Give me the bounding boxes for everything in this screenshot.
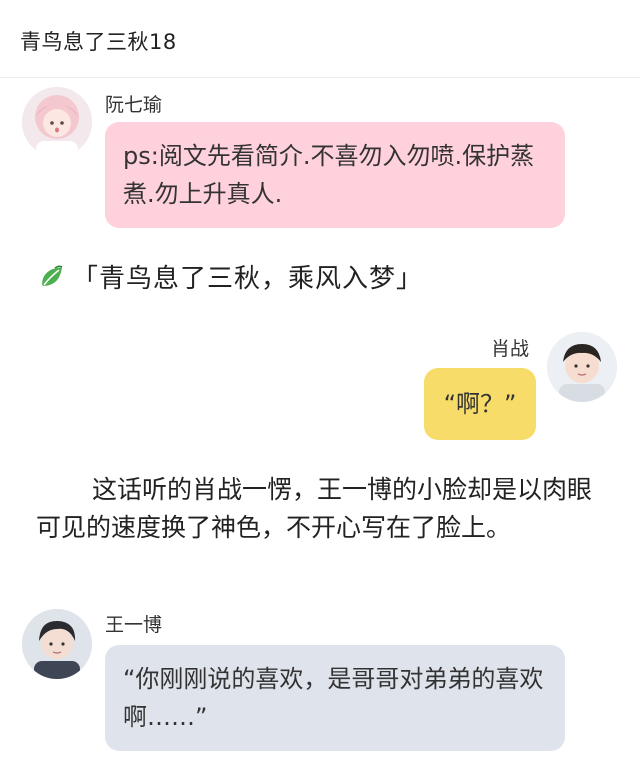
- message-text: “你刚刚说的喜欢，是哥哥对弟弟的喜欢啊……”: [123, 665, 544, 731]
- narration-paragraph: 这话听的肖战一愣，王一博的小脸却是以肉眼可见的速度换了神色，不开心写在了脸上。: [36, 475, 593, 542]
- avatar-portrait-icon: [547, 332, 617, 402]
- chapter-heading: 「青鸟息了三秋，乘风入梦」: [38, 258, 423, 295]
- message-text: “啊？”: [443, 390, 517, 418]
- avatar-portrait-icon: [22, 87, 92, 157]
- message-bubble: ps:阅文先看简介.不喜勿入勿喷.保护蒸煮.勿上升真人.: [105, 122, 565, 228]
- page-title: 青鸟息了三秋18: [20, 30, 177, 54]
- avatar-wang-yibo[interactable]: [22, 609, 92, 679]
- avatar-ruan-qiyu[interactable]: [22, 87, 92, 157]
- speaker-name: 阮七瑜: [105, 94, 163, 116]
- avatar-xiao-zhan[interactable]: [547, 332, 617, 402]
- chat-page: 青鸟息了三秋18 阮七瑜 ps:阅文先看简介.不喜勿入勿喷.保护蒸煮.勿上升真人…: [0, 0, 640, 777]
- speaker-name: 王一博: [105, 614, 163, 636]
- message-bubble: “你刚刚说的喜欢，是哥哥对弟弟的喜欢啊……”: [105, 645, 565, 751]
- chapter-title: 「青鸟息了三秋，乘风入梦」: [72, 264, 424, 294]
- avatar-portrait-icon: [22, 609, 92, 679]
- leaf-icon: [42, 265, 63, 286]
- speaker-name: 肖战: [491, 338, 530, 360]
- header: 青鸟息了三秋18: [0, 0, 640, 78]
- message-text: ps:阅文先看简介.不喜勿入勿喷.保护蒸煮.勿上升真人.: [123, 142, 535, 208]
- message-bubble: “啊？”: [424, 368, 536, 440]
